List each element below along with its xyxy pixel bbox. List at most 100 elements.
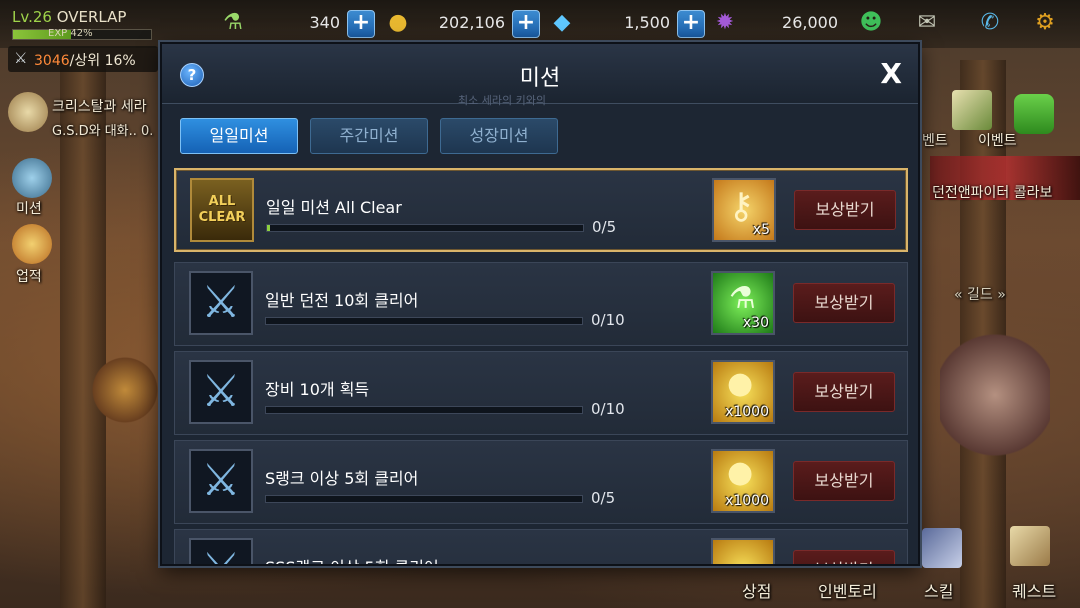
mission-progress-bar [265,406,583,414]
modal-title: 미션 [519,66,561,91]
all-clear-icon: ALL CLEAR [190,178,254,242]
friends-icon[interactable]: ☻ [856,8,886,38]
mission-progress-bar [265,317,583,325]
mission-row: ⚔ 일반 던전 10회 클리어 0/10 ⚗ x30 보상받기 [174,262,908,346]
coins-glyph-icon: ● [727,366,754,401]
crossed-swords-icon: ⚔ [189,538,253,564]
mail-icon[interactable]: ✉ [912,8,942,38]
swords-glyph-icon: ⚔ [191,540,251,564]
mission-progress-text: 0/10 [591,400,625,418]
all-clear-icon-text: ALL CLEAR [198,194,246,225]
achievement-medal-icon[interactable] [12,224,52,264]
quest-button[interactable]: 퀘스트 [1012,578,1056,602]
mission-progress-fill [267,225,271,231]
rank-text: /상위 16% [69,53,136,69]
coins-glyph-icon: ● [727,455,754,490]
reward-count: x30 [742,315,769,331]
skill-book-icon[interactable] [922,528,962,568]
crystal-value: 26,000 [782,13,838,32]
gold-coin-icon: ● [388,10,408,35]
quest-scroll-icon[interactable] [8,92,48,132]
tab-weekly-mission[interactable]: 주간미션 [310,118,428,154]
gamepad-icon[interactable] [1014,94,1054,134]
background-pillar [60,60,106,608]
swords-glyph-icon: ⚔ [201,455,241,506]
key-glyph-icon: ⚷ [728,186,755,227]
event-book-icon[interactable] [952,90,992,130]
gold-key-icon: ⚷ x5 [712,178,776,242]
mission-row: ALL CLEAR 일일 미션 All Clear 0/5 ⚷ x5 보상받기 [174,168,908,252]
mission-progress-text: 0/5 [592,218,617,236]
exp-label-text: EXP [48,28,68,39]
claim-reward-button[interactable]: 보상받기 [794,190,896,230]
exp-label: EXP 42% [48,28,93,39]
quest-scroll-bottom-icon[interactable] [1010,526,1050,566]
stamina-value: 340 [309,13,340,32]
tab-daily-mission[interactable]: 일일미션 [180,118,298,154]
mission-progress-bar [265,495,583,503]
tab-growth-mission[interactable]: 성장미션 [440,118,558,154]
swords-glyph-icon: ⚔ [201,366,241,417]
mission-row: ⚔ 장비 10개 획득 0/10 ● x1000 보상받기 [174,351,908,435]
stamina-icon: ⚗ [223,10,243,35]
mission-name: 일반 던전 10회 클리어 [265,291,419,310]
gold-coins-icon: ● x1000 [711,449,775,513]
event-label-left[interactable]: 벤트 [922,130,948,150]
guild-label[interactable]: « 길드 » [954,284,1006,304]
shop-button[interactable]: 상점 [742,578,771,602]
guild-label-text[interactable]: 길드 [967,287,993,303]
player-level-name: Lv.26 OVERLAP [12,8,126,26]
inventory-button[interactable]: 인벤토리 [818,578,877,602]
mission-row: ⚔ SSS랭크 이상 5회 클리어 보상받기 [174,529,908,564]
reward-count: x5 [752,222,770,238]
add-gold-button[interactable]: + [512,10,540,38]
mission-name: S랭크 이상 5회 클리어 [265,469,419,488]
player-level: Lv.26 [12,8,52,26]
mission-progress-text: 0/10 [591,311,625,329]
claim-reward-button[interactable]: 보상받기 [793,461,895,501]
add-stamina-button[interactable]: + [347,10,375,38]
gem-icon: ◆ [553,10,571,35]
mission-progress-text: 0/5 [591,489,616,507]
mission-progress-bar [266,224,584,232]
mission-name: 일일 미션 All Clear [266,198,402,217]
potion-glyph-icon: ⚗ [729,281,756,316]
chat-icon[interactable]: ✆ [975,8,1005,38]
skill-button[interactable]: 스킬 [924,578,953,602]
claim-reward-button[interactable]: 보상받기 [793,372,895,412]
current-quest-title[interactable]: 크리스탈과 세라 [52,96,147,116]
rank-score: 3046 [34,53,70,69]
add-gem-button[interactable]: + [677,10,705,38]
mission-icon[interactable] [12,158,52,198]
exp-percent: 42% [70,28,93,39]
crossed-swords-icon: ⚔ [189,360,253,424]
claim-reward-button[interactable]: 보상받기 [793,550,895,564]
swords-glyph-icon: ⚔ [201,277,241,328]
reward-count: x1000 [725,493,769,509]
event-label[interactable]: 이벤트 [978,130,1017,150]
background-ghost-text: 최소 세라의 키와의 [458,94,546,107]
mission-name: SSS랭크 이상 5회 클리어 [265,554,439,564]
rank-badge[interactable]: ⚔ 3046/상위 16% [8,46,158,72]
gold-coins-icon [711,538,775,564]
settings-gear-icon[interactable]: ⚙ [1030,8,1060,38]
achievement-menu-label[interactable]: 업적 [16,266,42,286]
player-name: OVERLAP [56,8,127,26]
reward-count: x1000 [725,404,769,420]
gem-value: 1,500 [624,13,670,32]
crossed-swords-icon: ⚔ [189,271,253,335]
mission-modal: ? 미션 X 최소 세라의 키와의 일일미션 주간미션 성장미션 ALL CLE… [160,42,920,566]
stamina-potion-icon: ⚗ x30 [711,271,775,335]
current-quest-subtitle[interactable]: G.S.D와 대화.. 0. [52,120,153,139]
claim-reward-button[interactable]: 보상받기 [793,283,895,323]
mission-row: ⚔ S랭크 이상 5회 클리어 0/5 ● x1000 보상받기 [174,440,908,524]
mission-name: 장비 10개 획득 [265,380,370,399]
crossed-swords-icon: ⚔ [14,49,28,67]
gold-value: 202,106 [438,13,505,32]
close-button[interactable]: X [880,60,902,88]
collab-banner-label[interactable]: 던전앤파이터 콜라보 [932,182,1052,202]
gold-coins-icon: ● x1000 [711,360,775,424]
purple-crystal-icon: ✹ [715,10,735,35]
mission-menu-label[interactable]: 미션 [16,198,42,218]
crossed-swords-icon: ⚔ [189,449,253,513]
